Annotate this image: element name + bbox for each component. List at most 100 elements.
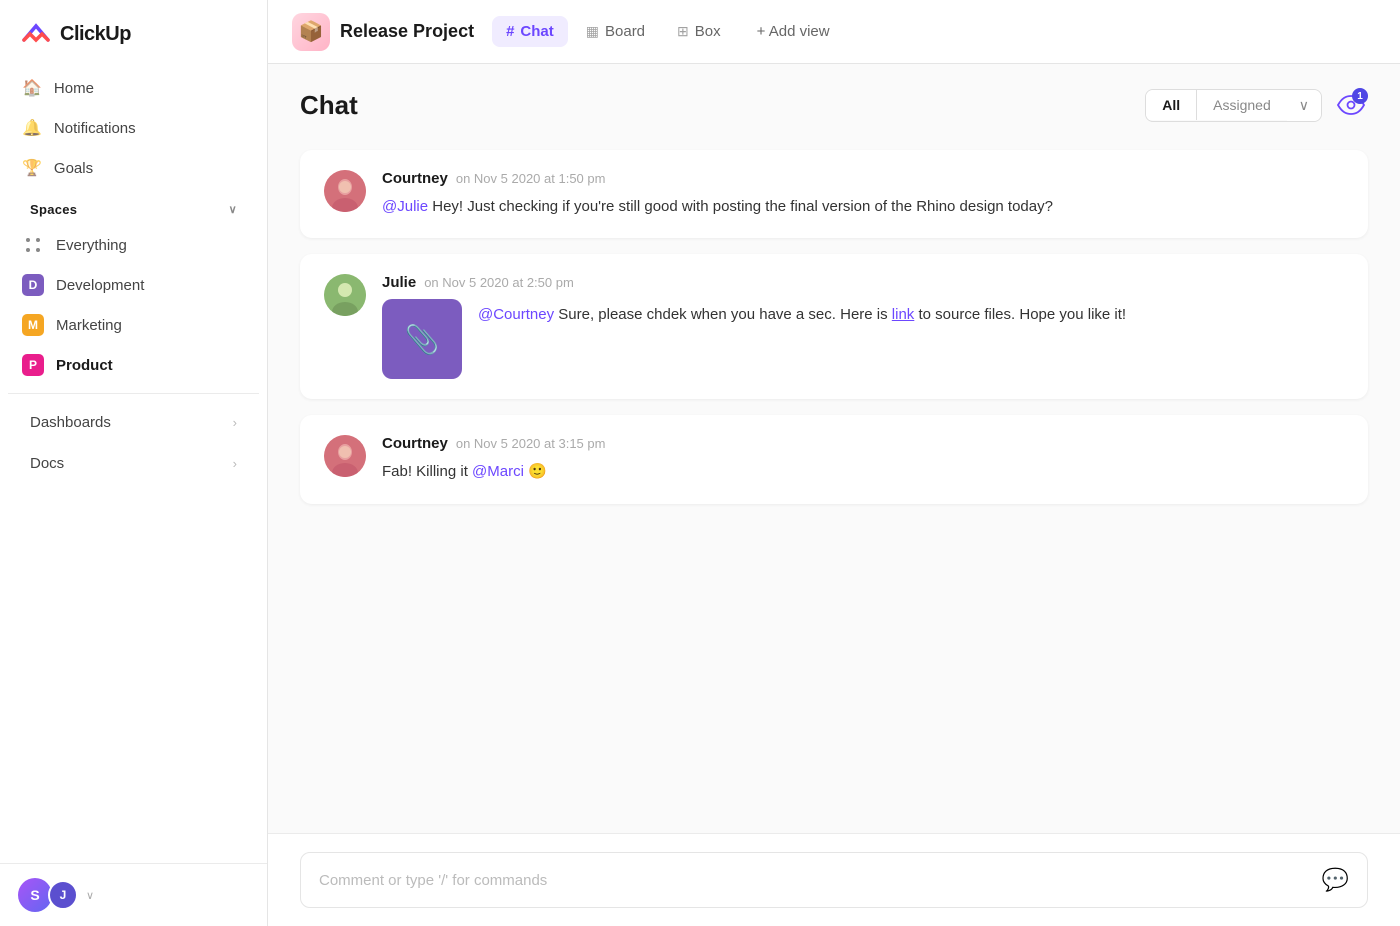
chat-header: Chat All Assigned ∨ 1 xyxy=(268,64,1400,138)
message-1-content: Courtney on Nov 5 2020 at 1:50 pm @Julie… xyxy=(382,170,1344,218)
message-2-text-1: Sure, please chdek when you have a sec. … xyxy=(558,306,892,323)
watch-badge-count: 1 xyxy=(1352,88,1368,104)
tab-board[interactable]: ▦ Board xyxy=(572,16,659,47)
sidebar: ClickUp 🏠 Home 🔔 Notifications 🏆 Goals S… xyxy=(0,0,268,926)
message-2-timestamp: on Nov 5 2020 at 2:50 pm xyxy=(424,275,574,290)
sidebar-item-dashboards[interactable]: Dashboards › xyxy=(8,402,259,443)
sidebar-item-development[interactable]: D Development xyxy=(8,265,259,305)
message-1-author: Courtney xyxy=(382,170,448,187)
clickup-logo-icon xyxy=(20,18,52,50)
dashboards-chevron-icon: › xyxy=(233,415,237,430)
spaces-chevron-icon: ∨ xyxy=(229,203,237,216)
sidebar-item-home[interactable]: 🏠 Home xyxy=(8,68,259,108)
message-3-header: Courtney on Nov 5 2020 at 3:15 pm xyxy=(382,435,1344,452)
sidebar-item-goals[interactable]: 🏆 Goals xyxy=(8,148,259,188)
footer-chevron-icon: ∨ xyxy=(86,889,94,902)
avatar-courtney-2 xyxy=(324,435,366,477)
product-badge: P xyxy=(22,354,44,376)
messages-list: Courtney on Nov 5 2020 at 1:50 pm @Julie… xyxy=(268,138,1400,833)
chat-area: Chat All Assigned ∨ 1 xyxy=(268,64,1400,926)
mention-julie[interactable]: @Julie xyxy=(382,198,428,215)
comment-actions: 💬 xyxy=(1322,867,1349,893)
message-2-attachment-row: 📎 @Courtney Sure, please chdek when you … xyxy=(382,299,1344,379)
docs-chevron-icon: › xyxy=(233,456,237,471)
tab-board-label: Board xyxy=(605,23,645,40)
sidebar-item-goals-label: Goals xyxy=(54,160,93,177)
message-3-text-1: Fab! Killing it xyxy=(382,463,472,480)
spaces-section-header[interactable]: Spaces ∨ xyxy=(8,188,259,225)
message-2-header: Julie on Nov 5 2020 at 2:50 pm xyxy=(382,274,1344,291)
sidebar-item-docs[interactable]: Docs › xyxy=(8,443,259,484)
mention-marci[interactable]: @Marci xyxy=(472,463,524,480)
add-view-label: + Add view xyxy=(757,23,830,40)
sidebar-item-everything[interactable]: Everything xyxy=(8,225,259,265)
sidebar-navigation: 🏠 Home 🔔 Notifications 🏆 Goals Spaces ∨ xyxy=(0,68,267,863)
speech-bubble-icon: 💬 xyxy=(1322,867,1349,893)
filter-group: All Assigned ∨ xyxy=(1145,89,1322,122)
sidebar-item-product-label: Product xyxy=(56,357,113,374)
avatar-courtney-1 xyxy=(324,170,366,212)
spaces-label: Spaces xyxy=(30,202,77,217)
attachment-thumbnail[interactable]: 📎 xyxy=(382,299,462,379)
tab-box[interactable]: ⊞ Box xyxy=(663,16,735,47)
sidebar-item-product[interactable]: P Product xyxy=(8,345,259,385)
board-icon: ▦ xyxy=(586,23,599,40)
message-1-text: Hey! Just checking if you're still good … xyxy=(432,198,1053,215)
sidebar-item-everything-label: Everything xyxy=(56,237,127,254)
comment-placeholder: Comment or type '/' for commands xyxy=(319,872,1322,889)
message-3-content: Courtney on Nov 5 2020 at 3:15 pm Fab! K… xyxy=(382,435,1344,483)
message-2-content: Julie on Nov 5 2020 at 2:50 pm 📎 @Courtn… xyxy=(382,274,1344,379)
sidebar-item-home-label: Home xyxy=(54,80,94,97)
sidebar-item-notifications-label: Notifications xyxy=(54,120,136,137)
main-content: 📦 Release Project # Chat ▦ Board ⊞ Box +… xyxy=(268,0,1400,926)
message-3-body: Fab! Killing it @Marci 🙂 xyxy=(382,460,1344,483)
trophy-icon: 🏆 xyxy=(22,158,42,178)
logo-area[interactable]: ClickUp xyxy=(0,0,267,68)
message-1-header: Courtney on Nov 5 2020 at 1:50 pm xyxy=(382,170,1344,187)
development-badge: D xyxy=(22,274,44,296)
courtney-avatar-image xyxy=(324,170,366,212)
tab-chat[interactable]: # Chat xyxy=(492,16,568,47)
avatar-julie xyxy=(324,274,366,316)
message-2: Julie on Nov 5 2020 at 2:50 pm 📎 @Courtn… xyxy=(300,254,1368,399)
message-1-timestamp: on Nov 5 2020 at 1:50 pm xyxy=(456,171,606,186)
hash-icon: # xyxy=(506,23,514,40)
tab-chat-label: Chat xyxy=(520,23,553,40)
comment-bar: Comment or type '/' for commands 💬 xyxy=(268,833,1400,926)
sidebar-item-marketing-label: Marketing xyxy=(56,317,122,334)
box-icon: ⊞ xyxy=(677,23,689,40)
avatar-user-j[interactable]: J xyxy=(48,880,78,910)
marketing-badge: M xyxy=(22,314,44,336)
message-3-timestamp: on Nov 5 2020 at 3:15 pm xyxy=(456,436,606,451)
mention-courtney[interactable]: @Courtney xyxy=(478,306,554,323)
home-icon: 🏠 xyxy=(22,78,42,98)
filter-assigned-button[interactable]: Assigned xyxy=(1197,90,1287,120)
message-1: Courtney on Nov 5 2020 at 1:50 pm @Julie… xyxy=(300,150,1368,238)
docs-label: Docs xyxy=(30,455,64,472)
sidebar-item-notifications[interactable]: 🔔 Notifications xyxy=(8,108,259,148)
message-2-author: Julie xyxy=(382,274,416,291)
everything-icon xyxy=(22,234,44,256)
project-title: Release Project xyxy=(340,21,474,42)
message-3-author: Courtney xyxy=(382,435,448,452)
filter-dropdown-button[interactable]: ∨ xyxy=(1287,90,1321,121)
message-3-text-2: 🙂 xyxy=(528,463,547,480)
message-1-body: @Julie Hey! Just checking if you're stil… xyxy=(382,195,1344,218)
add-view-button[interactable]: + Add view xyxy=(743,16,844,47)
view-tabs: # Chat ▦ Board ⊞ Box + Add view xyxy=(492,16,844,47)
topbar: 📦 Release Project # Chat ▦ Board ⊞ Box +… xyxy=(268,0,1400,64)
sidebar-item-marketing[interactable]: M Marketing xyxy=(8,305,259,345)
project-header: 📦 Release Project xyxy=(292,13,474,51)
chevron-down-icon: ∨ xyxy=(1299,97,1309,114)
sidebar-item-development-label: Development xyxy=(56,277,144,294)
sidebar-section-divider xyxy=(8,393,259,394)
message-3: Courtney on Nov 5 2020 at 3:15 pm Fab! K… xyxy=(300,415,1368,503)
comment-input-wrap[interactable]: Comment or type '/' for commands 💬 xyxy=(300,852,1368,908)
source-link[interactable]: link xyxy=(892,306,915,323)
filter-all-button[interactable]: All xyxy=(1146,90,1197,120)
watch-button[interactable]: 1 xyxy=(1334,88,1368,122)
project-icon: 📦 xyxy=(292,13,330,51)
paperclip-icon: 📎 xyxy=(405,323,440,356)
avatar-user-s[interactable]: S xyxy=(18,878,52,912)
message-2-text-2: to source files. Hope you like it! xyxy=(918,306,1126,323)
